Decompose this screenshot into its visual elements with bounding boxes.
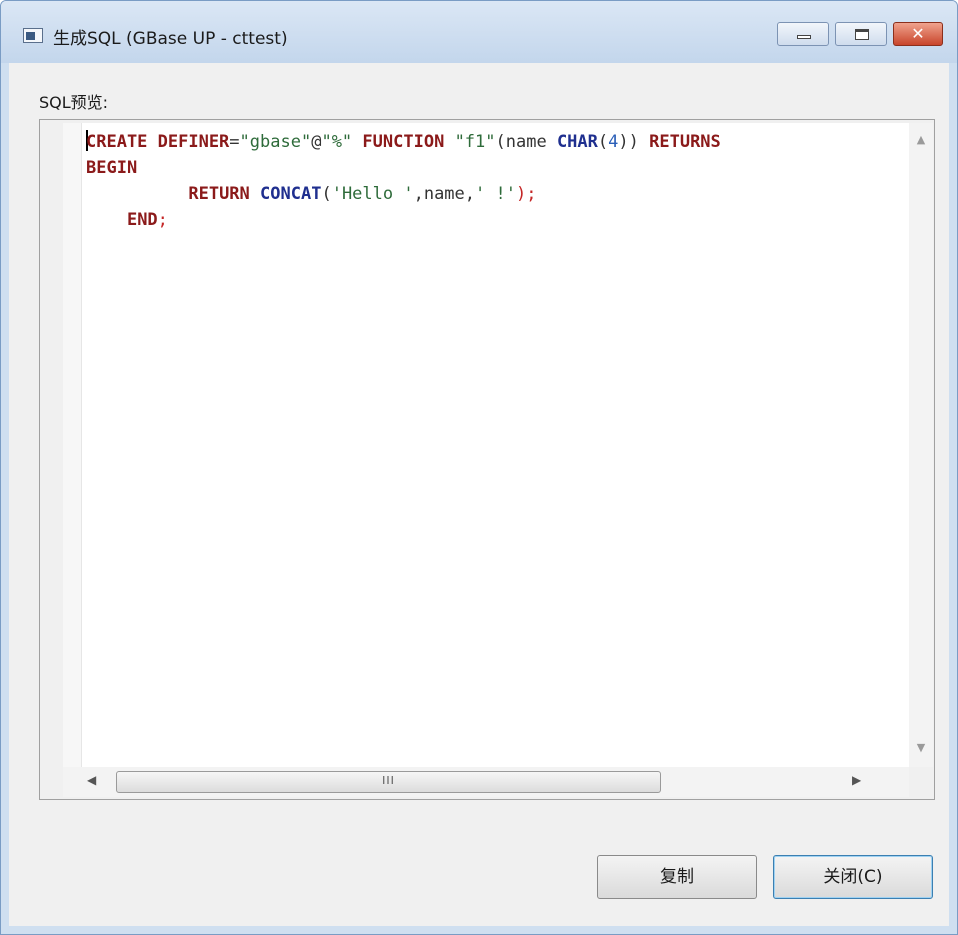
code-line-1: CREATE DEFINER="gbase"@"%" FUNCTION "f1"…	[86, 129, 721, 155]
code-token: BEGIN	[86, 158, 138, 178]
editor-gutter	[63, 123, 82, 767]
generate-sql-dialog: 生成SQL (GBase UP - cttest) ✕ SQL预览: CREAT…	[0, 0, 958, 935]
sql-preview-frame: CREATE DEFINER="gbase"@"%" FUNCTION "f1"…	[39, 119, 935, 800]
code-token: CONCAT	[260, 184, 322, 204]
code-token: (	[321, 184, 332, 204]
code-line-2: BEGIN	[86, 155, 721, 181]
copy-button[interactable]: 复制	[597, 855, 757, 899]
code-token: "f1"	[454, 132, 496, 152]
code-token: CHAR	[556, 132, 598, 152]
maximize-icon	[855, 29, 869, 40]
code-token: FUNCTION	[362, 132, 445, 152]
title-bar[interactable]: 生成SQL (GBase UP - cttest) ✕	[1, 1, 957, 63]
minimize-icon	[797, 35, 811, 39]
code-token: ' !'	[475, 184, 516, 204]
code-token: @	[311, 132, 322, 152]
code-token: 4	[608, 132, 619, 152]
code-token: RETURN	[188, 184, 250, 204]
minimize-button[interactable]	[777, 22, 829, 46]
sql-code[interactable]: CREATE DEFINER="gbase"@"%" FUNCTION "f1"…	[86, 129, 721, 233]
horizontal-scrollbar[interactable]: ◀ III ▶	[63, 767, 909, 797]
code-token: (	[597, 132, 609, 152]
code-token: "gbase"	[239, 132, 312, 152]
code-token: "%"	[321, 132, 353, 152]
code-token: =	[229, 132, 240, 152]
close-window-button[interactable]: ✕	[893, 22, 943, 46]
close-button[interactable]: 关闭(C)	[773, 855, 933, 899]
window-title: 生成SQL (GBase UP - cttest)	[53, 29, 288, 49]
code-token: (name	[495, 132, 557, 152]
dialog-client-area: SQL预览: CREATE DEFINER="gbase"@"%" FUNCTI…	[9, 63, 949, 926]
code-token: END	[126, 210, 158, 230]
scroll-right-arrow-icon[interactable]: ▶	[852, 773, 861, 787]
code-token: ;	[157, 210, 168, 230]
scroll-up-arrow-icon[interactable]: ▲	[909, 133, 933, 146]
close-icon: ✕	[911, 24, 925, 43]
code-token: CREATE DEFINER	[86, 132, 230, 152]
scroll-down-arrow-icon[interactable]: ▼	[909, 741, 933, 754]
window-icon	[23, 28, 43, 43]
vertical-scrollbar[interactable]: ▲ ▼	[909, 123, 933, 767]
code-token: 'Hello '	[331, 184, 414, 204]
scroll-thumb-grip: III	[382, 774, 395, 787]
scroll-left-arrow-icon[interactable]: ◀	[87, 773, 96, 787]
sql-preview-label: SQL预览:	[39, 93, 109, 112]
code-token: ,name,	[413, 184, 476, 204]
code-token: RETURNS	[649, 132, 721, 152]
sql-preview-editor[interactable]: CREATE DEFINER="gbase"@"%" FUNCTION "f1"…	[63, 123, 909, 767]
code-token: ))	[618, 132, 639, 152]
code-line-4: END;	[86, 207, 721, 233]
horizontal-scroll-thumb[interactable]: III	[116, 771, 661, 793]
code-line-3: RETURN CONCAT('Hello ',name,' !');	[86, 181, 721, 207]
code-token: );	[515, 184, 537, 204]
maximize-button[interactable]	[835, 22, 887, 46]
